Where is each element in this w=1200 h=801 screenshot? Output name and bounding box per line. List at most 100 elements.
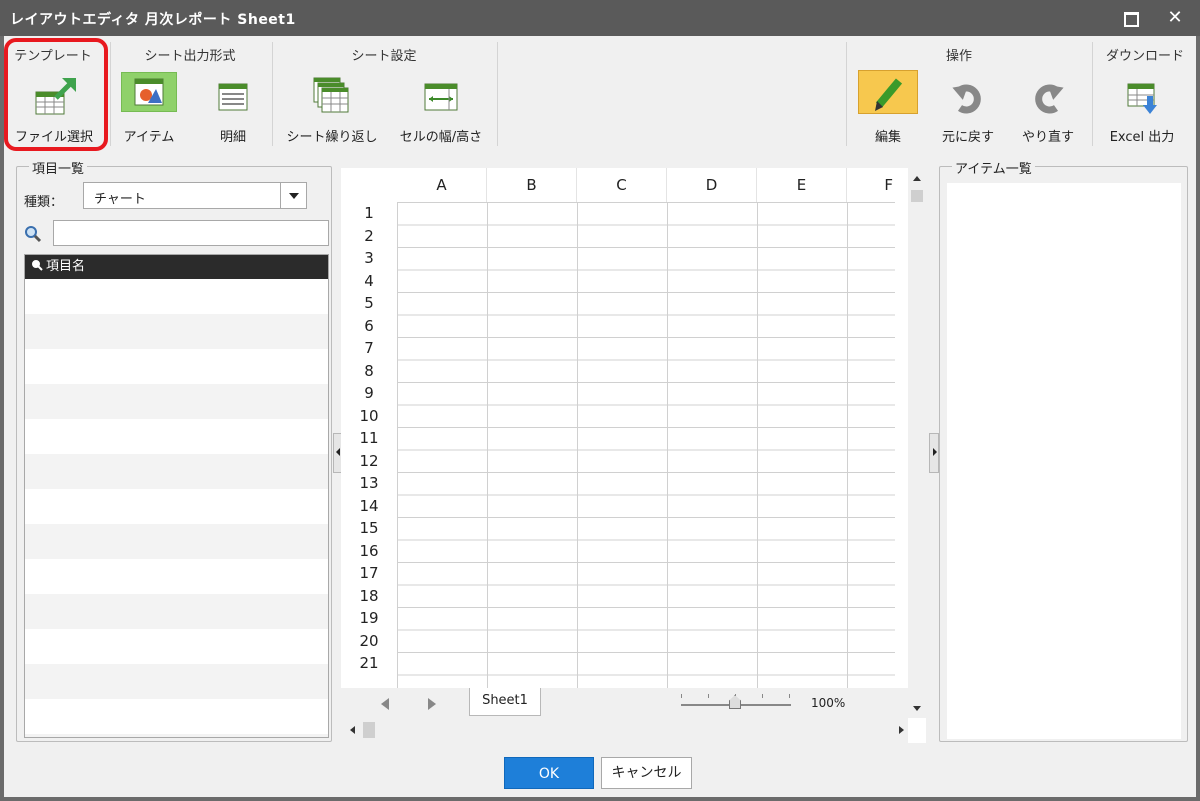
item-label: アイテム <box>123 130 175 145</box>
row-header[interactable]: 15 <box>341 517 397 539</box>
undo-icon <box>940 74 996 124</box>
excel-output-button[interactable]: Excel 出力 <box>1104 68 1180 146</box>
row-header[interactable]: 9 <box>341 382 397 404</box>
detail-format-button[interactable]: 明細 <box>195 68 271 146</box>
edit-button[interactable]: 編集 <box>850 68 926 146</box>
row-header[interactable]: 14 <box>341 495 397 517</box>
column-header[interactable]: E <box>757 168 847 202</box>
row-header[interactable]: 20 <box>341 630 397 652</box>
item-format-button[interactable]: アイテム <box>111 68 187 146</box>
next-sheet-icon[interactable] <box>428 698 436 710</box>
column-header[interactable]: C <box>577 168 667 202</box>
title-bar: レイアウトエディタ 月次レポート Sheet1 ✕ <box>0 0 1200 36</box>
pencil-icon <box>858 70 918 114</box>
item-panel-list[interactable] <box>947 183 1181 739</box>
item-list-title: 項目一覧 <box>29 158 88 177</box>
row-header[interactable]: 10 <box>341 405 397 427</box>
item-panel-title: アイテム一覧 <box>952 158 1035 177</box>
cell-size-button[interactable]: セルの幅/高さ <box>400 68 482 146</box>
detail-list-icon <box>205 74 261 124</box>
ok-button[interactable]: OK <box>504 757 594 789</box>
list-item[interactable] <box>25 454 328 489</box>
zoom-tick <box>681 694 682 698</box>
vertical-scrollbar[interactable] <box>908 168 926 718</box>
ribbon-toolbar: テンプレート シート出力形式 シート設定 操作 ダウンロード ファイル選択 アイ… <box>4 36 1196 152</box>
column-header[interactable]: A <box>397 168 487 202</box>
item-chart-icon <box>121 72 177 112</box>
scroll-down-icon[interactable] <box>913 706 921 711</box>
redo-button[interactable]: やり直す <box>1010 68 1086 146</box>
type-select[interactable]: チャート <box>83 182 307 209</box>
sheet-tab[interactable]: Sheet1 <box>469 688 541 716</box>
row-header[interactable]: 12 <box>341 450 397 472</box>
row-header[interactable]: 19 <box>341 607 397 629</box>
group-label-download: ダウンロード <box>1105 49 1184 64</box>
row-header[interactable]: 7 <box>341 337 397 359</box>
row-header[interactable]: 3 <box>341 247 397 269</box>
row-header[interactable]: 6 <box>341 315 397 337</box>
column-header[interactable]: F <box>847 168 895 202</box>
chevron-down-icon[interactable] <box>280 183 306 208</box>
zoom-tick <box>789 694 790 698</box>
row-header[interactable]: 11 <box>341 427 397 449</box>
previous-sheet-icon[interactable] <box>381 698 389 710</box>
item-list-panel: 項目一覧 種類： チャート 項目名 <box>16 158 332 742</box>
list-item[interactable] <box>25 384 328 419</box>
list-item[interactable] <box>25 699 328 734</box>
group-label-operations: 操作 <box>945 49 972 64</box>
zoom-tick <box>762 694 763 698</box>
horizontal-scrollbar[interactable] <box>341 718 908 743</box>
row-header[interactable]: 21 <box>341 652 397 674</box>
list-header[interactable]: 項目名 <box>25 255 328 279</box>
row-header[interactable]: 17 <box>341 562 397 584</box>
item-panel: アイテム一覧 <box>939 158 1188 742</box>
excel-output-label: Excel 出力 <box>1109 130 1175 145</box>
row-header[interactable]: 16 <box>341 540 397 562</box>
collapse-right-panel-handle[interactable] <box>929 433 939 473</box>
row-header[interactable]: 1 <box>341 202 397 224</box>
list-item[interactable] <box>25 559 328 594</box>
row-header[interactable]: 18 <box>341 585 397 607</box>
group-label-sheet-settings: シート設定 <box>351 49 417 64</box>
list-item[interactable] <box>25 734 328 737</box>
row-header[interactable]: 13 <box>341 472 397 494</box>
scroll-right-icon[interactable] <box>899 726 904 734</box>
list-item[interactable] <box>25 664 328 699</box>
list-item[interactable] <box>25 419 328 454</box>
sheet-repeat-label: シート繰り返し <box>286 130 378 145</box>
row-header[interactable]: 8 <box>341 360 397 382</box>
list-item[interactable] <box>25 279 328 314</box>
maximize-button[interactable] <box>1117 6 1143 30</box>
list-item[interactable] <box>25 629 328 664</box>
list-item[interactable] <box>25 594 328 629</box>
zoom-level: 100% <box>811 696 846 710</box>
scroll-up-icon[interactable] <box>913 176 921 181</box>
cell-grid[interactable] <box>397 202 895 705</box>
scroll-thumb[interactable] <box>363 722 375 738</box>
zoom-slider-thumb[interactable] <box>729 695 741 709</box>
row-header[interactable]: 4 <box>341 270 397 292</box>
scroll-thumb[interactable] <box>911 190 923 202</box>
list-item[interactable] <box>25 314 328 349</box>
row-header[interactable]: 5 <box>341 292 397 314</box>
scroll-left-icon[interactable] <box>350 726 355 734</box>
list-item[interactable] <box>25 349 328 384</box>
cancel-button[interactable]: キャンセル <box>601 757 692 789</box>
column-header[interactable]: B <box>487 168 577 202</box>
search-icon <box>31 256 43 271</box>
group-label-sheet-output: シート出力形式 <box>144 49 236 64</box>
list-item[interactable] <box>25 489 328 524</box>
type-select-value: チャート <box>94 192 146 207</box>
redo-label: やり直す <box>1021 130 1074 145</box>
item-list: 項目名 <box>24 254 329 738</box>
list-header-label: 項目名 <box>46 259 86 274</box>
undo-button[interactable]: 元に戻す <box>930 68 1006 146</box>
column-header[interactable]: D <box>667 168 757 202</box>
sheet-repeat-button[interactable]: シート繰り返し <box>286 68 378 146</box>
search-input[interactable] <box>53 220 329 246</box>
row-header[interactable]: 2 <box>341 225 397 247</box>
spreadsheet-view[interactable]: A B C D E F 1 2 3 4 5 6 7 8 9 10 11 12 1… <box>341 168 926 743</box>
zoom-tick <box>708 694 709 698</box>
list-item[interactable] <box>25 524 328 559</box>
close-button[interactable]: ✕ <box>1162 6 1188 30</box>
